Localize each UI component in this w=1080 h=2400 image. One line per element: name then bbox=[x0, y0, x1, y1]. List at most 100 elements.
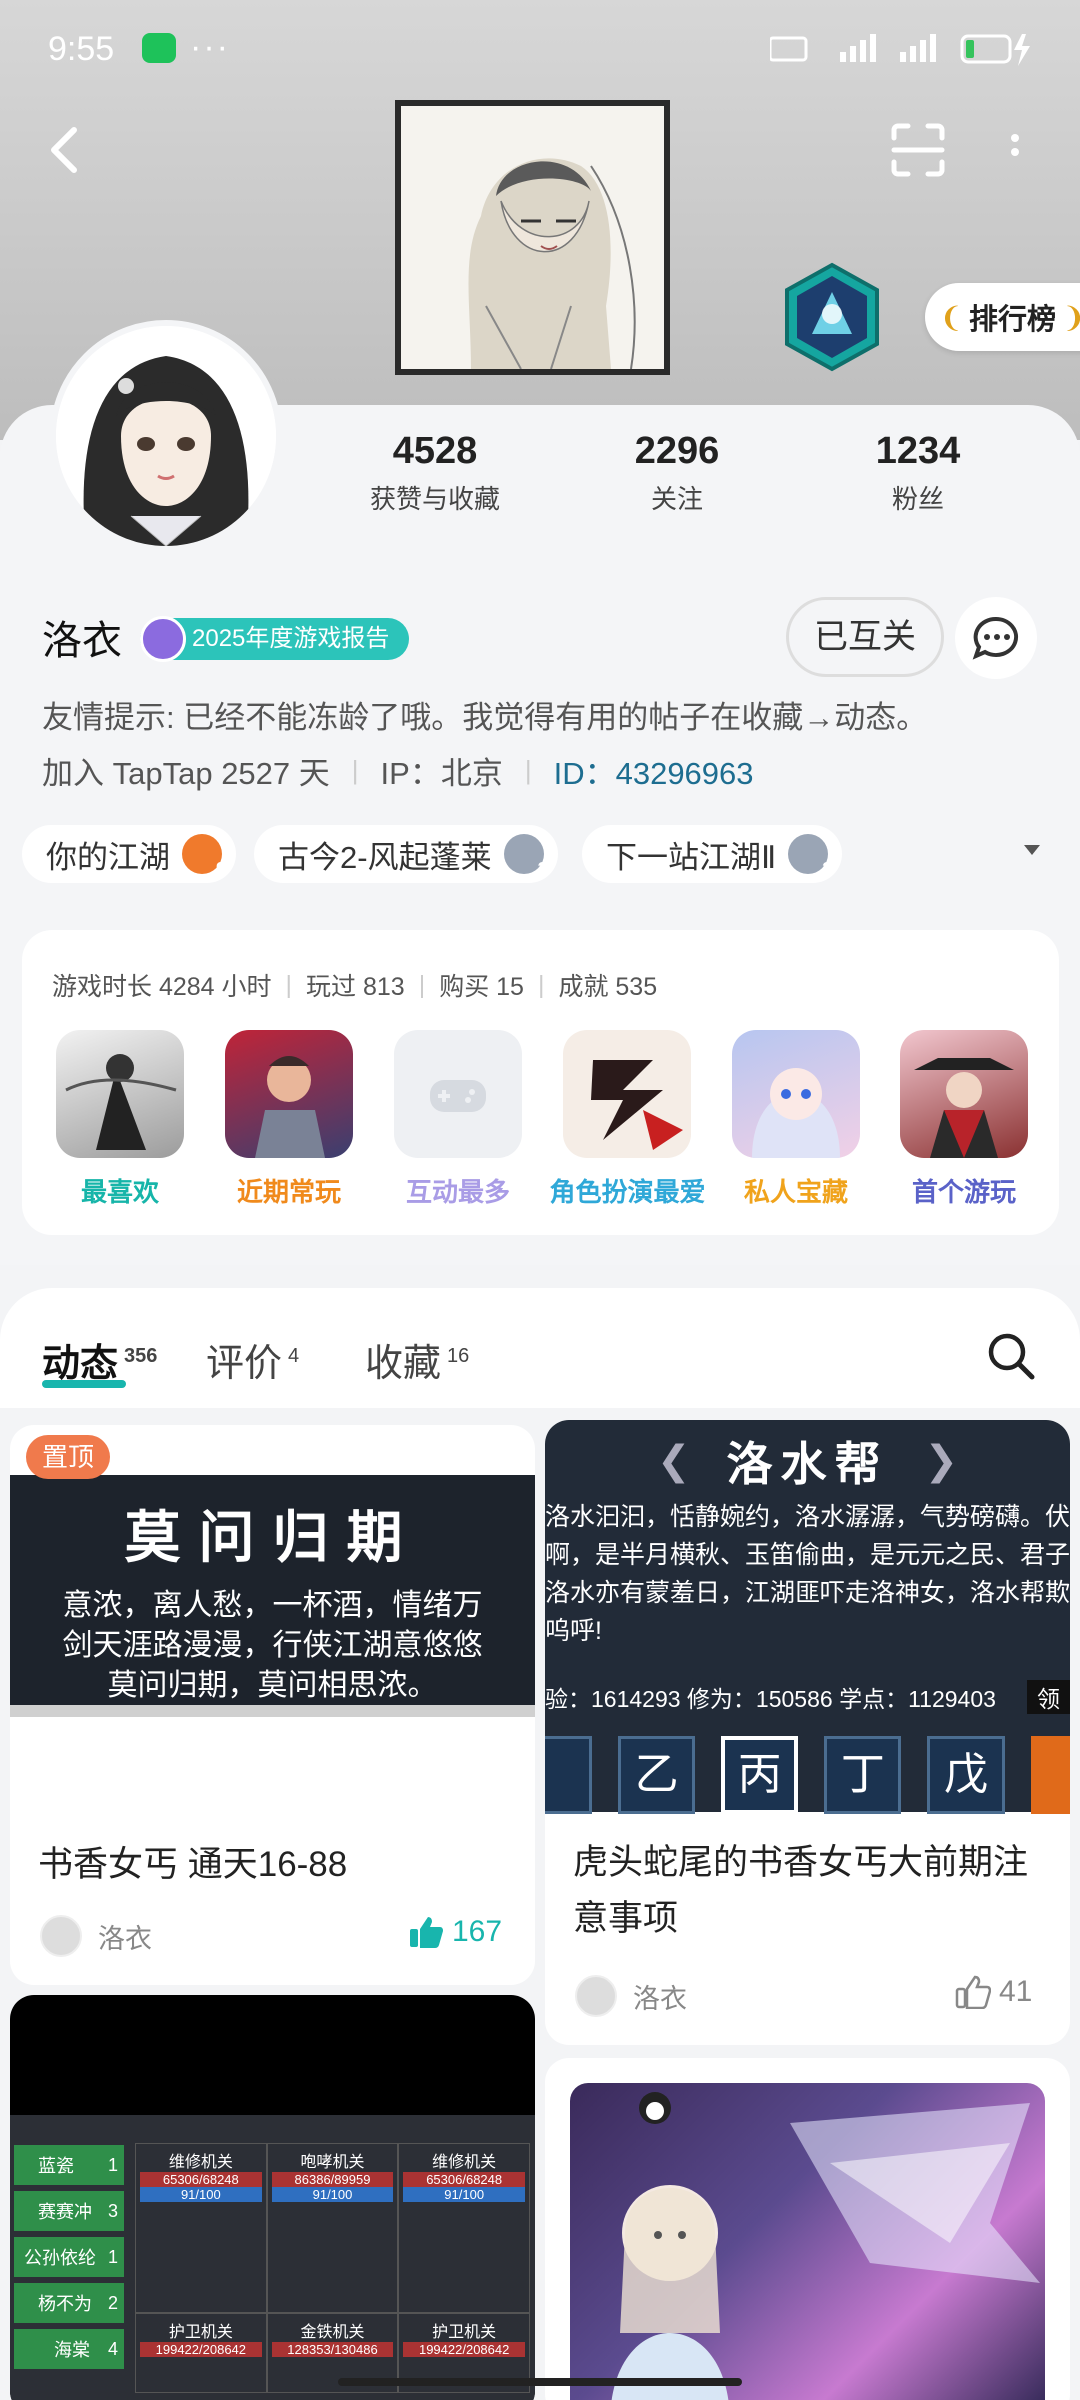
banner-title: 洛水帮 bbox=[726, 1439, 889, 1490]
report-icon bbox=[140, 616, 186, 662]
banner-title: 莫问归期 bbox=[124, 1508, 421, 1570]
home-indicator[interactable] bbox=[338, 2378, 742, 2386]
game-icon-recent[interactable] bbox=[225, 1030, 353, 1158]
tab-label: 动态 bbox=[42, 1343, 119, 1385]
playtime: 游戏时长 4284 小时 bbox=[52, 973, 272, 1001]
side-item: 杨不为 2 bbox=[14, 2283, 124, 2323]
like-count: 167 bbox=[452, 1915, 503, 1948]
banner-line: 呜呼! bbox=[545, 1617, 602, 1645]
divider: | bbox=[351, 755, 359, 785]
post-card[interactable]: ❮ 洛水帮 ❯ 洛水汩汩，恬静婉约，洛水潺潺，气势磅礴。伏羲 啊，是半月横秋、玉… bbox=[545, 1420, 1070, 2045]
stem-cell: 丁 bbox=[824, 1736, 902, 1814]
status-bar: 9:55 ··· bbox=[0, 0, 1080, 100]
stem-row: 乙 丙 丁 戊 bbox=[545, 1736, 1070, 1814]
game-tag-next-jianghu[interactable]: 下一站江湖Ⅱ 3 bbox=[582, 825, 843, 883]
game-label-rpg: 角色扮演最爱 bbox=[549, 1177, 706, 1207]
game-level-badge: 3 bbox=[822, 859, 833, 879]
game-icon-first[interactable] bbox=[900, 1030, 1028, 1158]
banner-text: 洛水汩汩，恬静婉约，洛水潺潺，气势磅礴。伏羲 啊，是半月横秋、玉笛偷曲，是元元之… bbox=[545, 1494, 1070, 1650]
tab-label: 收藏 bbox=[365, 1343, 442, 1385]
tab-bar bbox=[0, 1288, 1080, 1408]
tab-label: 评价 bbox=[206, 1343, 283, 1385]
message-button[interactable] bbox=[955, 597, 1037, 679]
stem-cell: 丙 bbox=[721, 1736, 799, 1814]
divider: | bbox=[537, 970, 545, 999]
author-name: 洛衣 bbox=[633, 1983, 687, 2014]
unit-cell: 咆哮机关 86386/89959 91/100 bbox=[266, 2143, 399, 2313]
avatar[interactable] bbox=[50, 320, 282, 552]
game-icon-favorite[interactable] bbox=[56, 1030, 184, 1158]
post-card[interactable]: 蓝瓷 1 赛赛冲 3 公孙依纶 1 杨不为 2 海棠 4 维修机关 65306/68248 9… bbox=[10, 1995, 535, 2400]
stat-following[interactable]: 2296 关注 bbox=[577, 430, 777, 516]
game-icon-rpg[interactable] bbox=[563, 1030, 691, 1158]
post-author[interactable]: 洛衣 bbox=[40, 1915, 152, 1957]
mutual-follow-button[interactable]: 已互关 bbox=[786, 597, 944, 677]
game-label-favorite: 最喜欢 bbox=[80, 1177, 159, 1207]
bought-count: 购买 15 bbox=[439, 973, 524, 1001]
tab-favorites[interactable]: 收藏 16 bbox=[365, 1332, 469, 1387]
banner-line: 剑天涯路漫漫，行侠江湖意悠悠 bbox=[62, 1629, 483, 1662]
unit-cell: 护卫机关 199422/208642 bbox=[135, 2313, 267, 2393]
game-label-recent: 近期常玩 bbox=[236, 1177, 341, 1207]
post-author[interactable]: 洛衣 bbox=[575, 1975, 687, 2017]
side-item: 蓝瓷 1 bbox=[14, 2145, 124, 2185]
chat-icon bbox=[972, 616, 1019, 660]
tab-count: 4 bbox=[288, 1345, 300, 1368]
author-name: 洛衣 bbox=[98, 1923, 152, 1954]
ip-location: IP：北京 bbox=[380, 756, 503, 791]
game-label-treasure: 私人宝藏 bbox=[743, 1177, 848, 1207]
like-button[interactable]: 167 bbox=[408, 1915, 502, 1949]
game-tag-label: 你的江湖 bbox=[46, 839, 170, 875]
game-tag-label: 古今2-风起蓬莱 bbox=[278, 839, 492, 875]
banner-stat-tag: 领 bbox=[1027, 1680, 1070, 1714]
wechat-icon bbox=[142, 33, 176, 63]
post-banner: 莫问归期 意浓，离人愁，一杯酒，情绪万 剑天涯路漫漫，行侠江湖意悠悠 莫问归期，… bbox=[10, 1475, 535, 1705]
post-banner: ❮ 洛水帮 ❯ 洛水汩汩，恬静婉约，洛水潺潺，气势磅礴。伏羲 啊，是半月横秋、玉… bbox=[545, 1420, 1070, 1814]
expand-tags-icon[interactable] bbox=[1024, 845, 1040, 855]
banner-line: 意浓，离人愁，一杯酒，情绪万 bbox=[62, 1589, 483, 1622]
search-icon[interactable] bbox=[985, 1330, 1037, 1382]
back-icon[interactable] bbox=[40, 120, 90, 180]
user-id[interactable]: ID：43296963 bbox=[554, 748, 754, 793]
unit-cell: 维修机关 65306/68248 91/100 bbox=[398, 2143, 530, 2313]
post-card[interactable]: 莫问归期 意浓，离人愁，一杯酒，情绪万 剑天涯路漫漫，行侠江湖意悠悠 莫问归期，… bbox=[10, 1425, 535, 1985]
banner-line: 洛水汩汩，恬静婉约，洛水潺潺，气势磅礴。伏羲 bbox=[545, 1503, 1070, 1531]
post-title: 书香女丐 通天16-88 bbox=[38, 1845, 348, 1884]
banner-shadow bbox=[10, 1705, 535, 1717]
tab-posts[interactable]: 动态 356 bbox=[42, 1332, 157, 1387]
more-vertical-icon[interactable] bbox=[1005, 130, 1025, 170]
cover-image bbox=[395, 100, 670, 375]
bio-text: 友情提示: 已经不能冻龄了哦。我觉得有用的帖子在收藏→动态。 bbox=[42, 700, 928, 735]
laurel-left-icon: ❨ bbox=[939, 301, 963, 333]
side-item: 海棠 4 bbox=[14, 2329, 124, 2369]
banner-stats: 验：1614293 修为：150586 学点：1129403 领 bbox=[545, 1680, 1070, 1714]
game-icon-interaction[interactable] bbox=[394, 1030, 522, 1158]
stat-label: 获赞与收藏 bbox=[369, 484, 500, 514]
status-indicators-icon bbox=[768, 30, 1040, 77]
game-level-icon: 3 bbox=[503, 834, 548, 879]
game-icon-treasure[interactable] bbox=[732, 1030, 860, 1158]
game-tag-ni-de-jianghu[interactable]: 你的江湖 9 bbox=[22, 825, 236, 883]
leaderboard-label: 排行榜 bbox=[968, 304, 1056, 336]
game-tag-gujin2[interactable]: 古今2-风起蓬莱 3 bbox=[254, 825, 558, 883]
author-avatar bbox=[40, 1915, 82, 1957]
banner-line: 莫问归期，莫问相思浓。 bbox=[107, 1669, 438, 1702]
banner-line: 洛水亦有蒙羞日，江湖匪吓走洛神女，洛水帮欺 bbox=[545, 1579, 1070, 1607]
stat-followers[interactable]: 1234 粉丝 bbox=[818, 430, 1018, 516]
game-level-badge: 9 bbox=[215, 859, 226, 879]
stat-likes[interactable]: 4528 获赞与收藏 bbox=[335, 430, 535, 516]
tab-reviews[interactable]: 评价 4 bbox=[206, 1332, 299, 1387]
scan-icon[interactable] bbox=[888, 120, 948, 180]
status-more-icon: ··· bbox=[190, 28, 230, 66]
leaderboard-button[interactable]: ❨ 排行榜 ❩ bbox=[925, 283, 1080, 351]
post-image bbox=[570, 2083, 1045, 2400]
unit-cell: 维修机关 65306/68248 91/100 bbox=[135, 2143, 267, 2313]
game-tag-label: 下一站江湖Ⅱ bbox=[606, 839, 777, 875]
gamepad-icon bbox=[430, 1080, 486, 1112]
divider: | bbox=[524, 755, 532, 785]
achievement-badge-icon[interactable] bbox=[782, 262, 882, 372]
post-card[interactable] bbox=[545, 2058, 1070, 2400]
banner-header: ❮ 洛水帮 ❯ bbox=[545, 1428, 1070, 1494]
stat-value: 4528 bbox=[392, 430, 478, 472]
like-button[interactable]: 41 bbox=[955, 1975, 1032, 2009]
